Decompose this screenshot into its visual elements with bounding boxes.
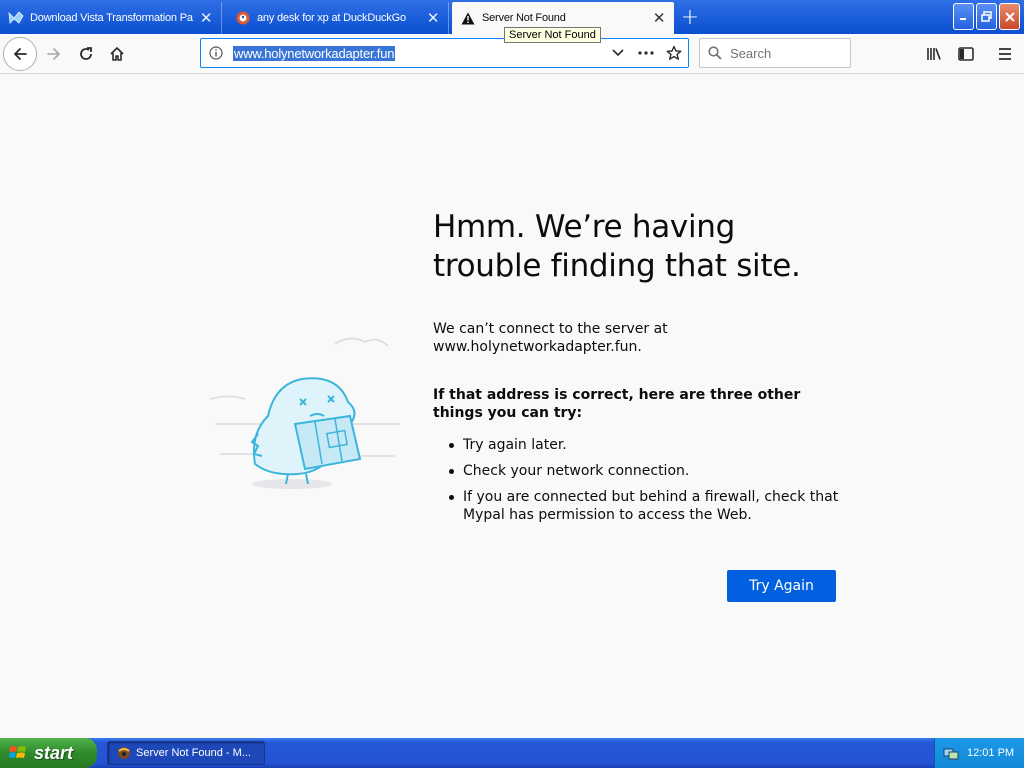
home-button[interactable] — [101, 38, 133, 70]
suggestions-list: Try again later. Check your network conn… — [433, 436, 843, 524]
page-actions-icon[interactable] — [632, 51, 660, 55]
tab-duckduckgo[interactable]: any desk for xp at DuckDuckGo ✕ — [227, 2, 449, 34]
chevron-down-icon[interactable] — [604, 49, 632, 57]
sidebar-toggle-button[interactable] — [950, 38, 982, 70]
duckduckgo-icon — [235, 10, 251, 26]
close-window-button[interactable] — [999, 3, 1020, 30]
tab-vista-transformation[interactable]: Download Vista Transformation Pa ✕ — [0, 2, 222, 34]
vista-icon — [8, 10, 24, 26]
info-icon[interactable] — [201, 46, 231, 60]
error-page: Hmm. We’re having trouble finding that s… — [0, 74, 1024, 738]
try-again-button[interactable]: Try Again — [727, 570, 836, 602]
error-message: Hmm. We’re having trouble finding that s… — [433, 208, 843, 532]
list-item: If you are connected but behind a firewa… — [433, 488, 843, 524]
close-tab-icon[interactable]: ✕ — [197, 9, 215, 27]
window-controls — [953, 3, 1020, 30]
search-placeholder: Search — [730, 45, 772, 61]
lost-dinosaur-illustration — [209, 324, 405, 494]
close-tab-icon[interactable]: ✕ — [650, 9, 668, 27]
bookmark-star-icon[interactable] — [660, 45, 688, 61]
url-bar[interactable]: www.holynetworkadapter.fun — [200, 38, 689, 68]
error-description: We can’t connect to the server at www.ho… — [433, 321, 668, 355]
library-button[interactable] — [918, 38, 950, 70]
minimize-button[interactable] — [953, 3, 974, 30]
forward-button[interactable] — [38, 38, 70, 70]
error-title: Hmm. We’re having trouble finding that s… — [433, 209, 801, 284]
clock: 12:01 PM — [967, 747, 1015, 759]
reload-button[interactable] — [70, 38, 102, 70]
mypal-browser-icon — [116, 745, 132, 761]
new-tab-button[interactable]: + — [676, 4, 704, 30]
search-icon — [708, 46, 722, 60]
list-item: Try again later. — [433, 436, 843, 454]
system-tray: 12:01 PM — [934, 738, 1024, 768]
suggestions-heading: If that address is correct, here are thr… — [433, 387, 801, 421]
taskbar-item-browser[interactable]: Server Not Found - M... — [107, 741, 265, 765]
windows-flag-icon — [8, 743, 28, 763]
warning-icon — [460, 10, 476, 26]
network-icon[interactable] — [943, 745, 959, 761]
url-text[interactable]: www.holynetworkadapter.fun — [233, 45, 396, 61]
taskbar: start Server Not Found - M... 12:01 PM — [0, 738, 1024, 768]
start-button[interactable]: start — [0, 738, 97, 768]
start-label: start — [34, 742, 74, 763]
restore-button[interactable] — [976, 3, 997, 30]
tab-tooltip: Server Not Found — [504, 27, 601, 43]
back-button[interactable] — [3, 37, 37, 71]
tab-label: any desk for xp at DuckDuckGo — [257, 12, 406, 24]
search-input[interactable]: Search — [699, 38, 851, 68]
tab-label: Server Not Found — [482, 12, 566, 24]
tab-label: Download Vista Transformation Pa — [30, 12, 193, 24]
menu-button[interactable] — [989, 38, 1021, 70]
taskbar-item-label: Server Not Found - M... — [136, 747, 251, 759]
close-tab-icon[interactable]: ✕ — [424, 9, 442, 27]
list-item: Check your network connection. — [433, 462, 843, 480]
